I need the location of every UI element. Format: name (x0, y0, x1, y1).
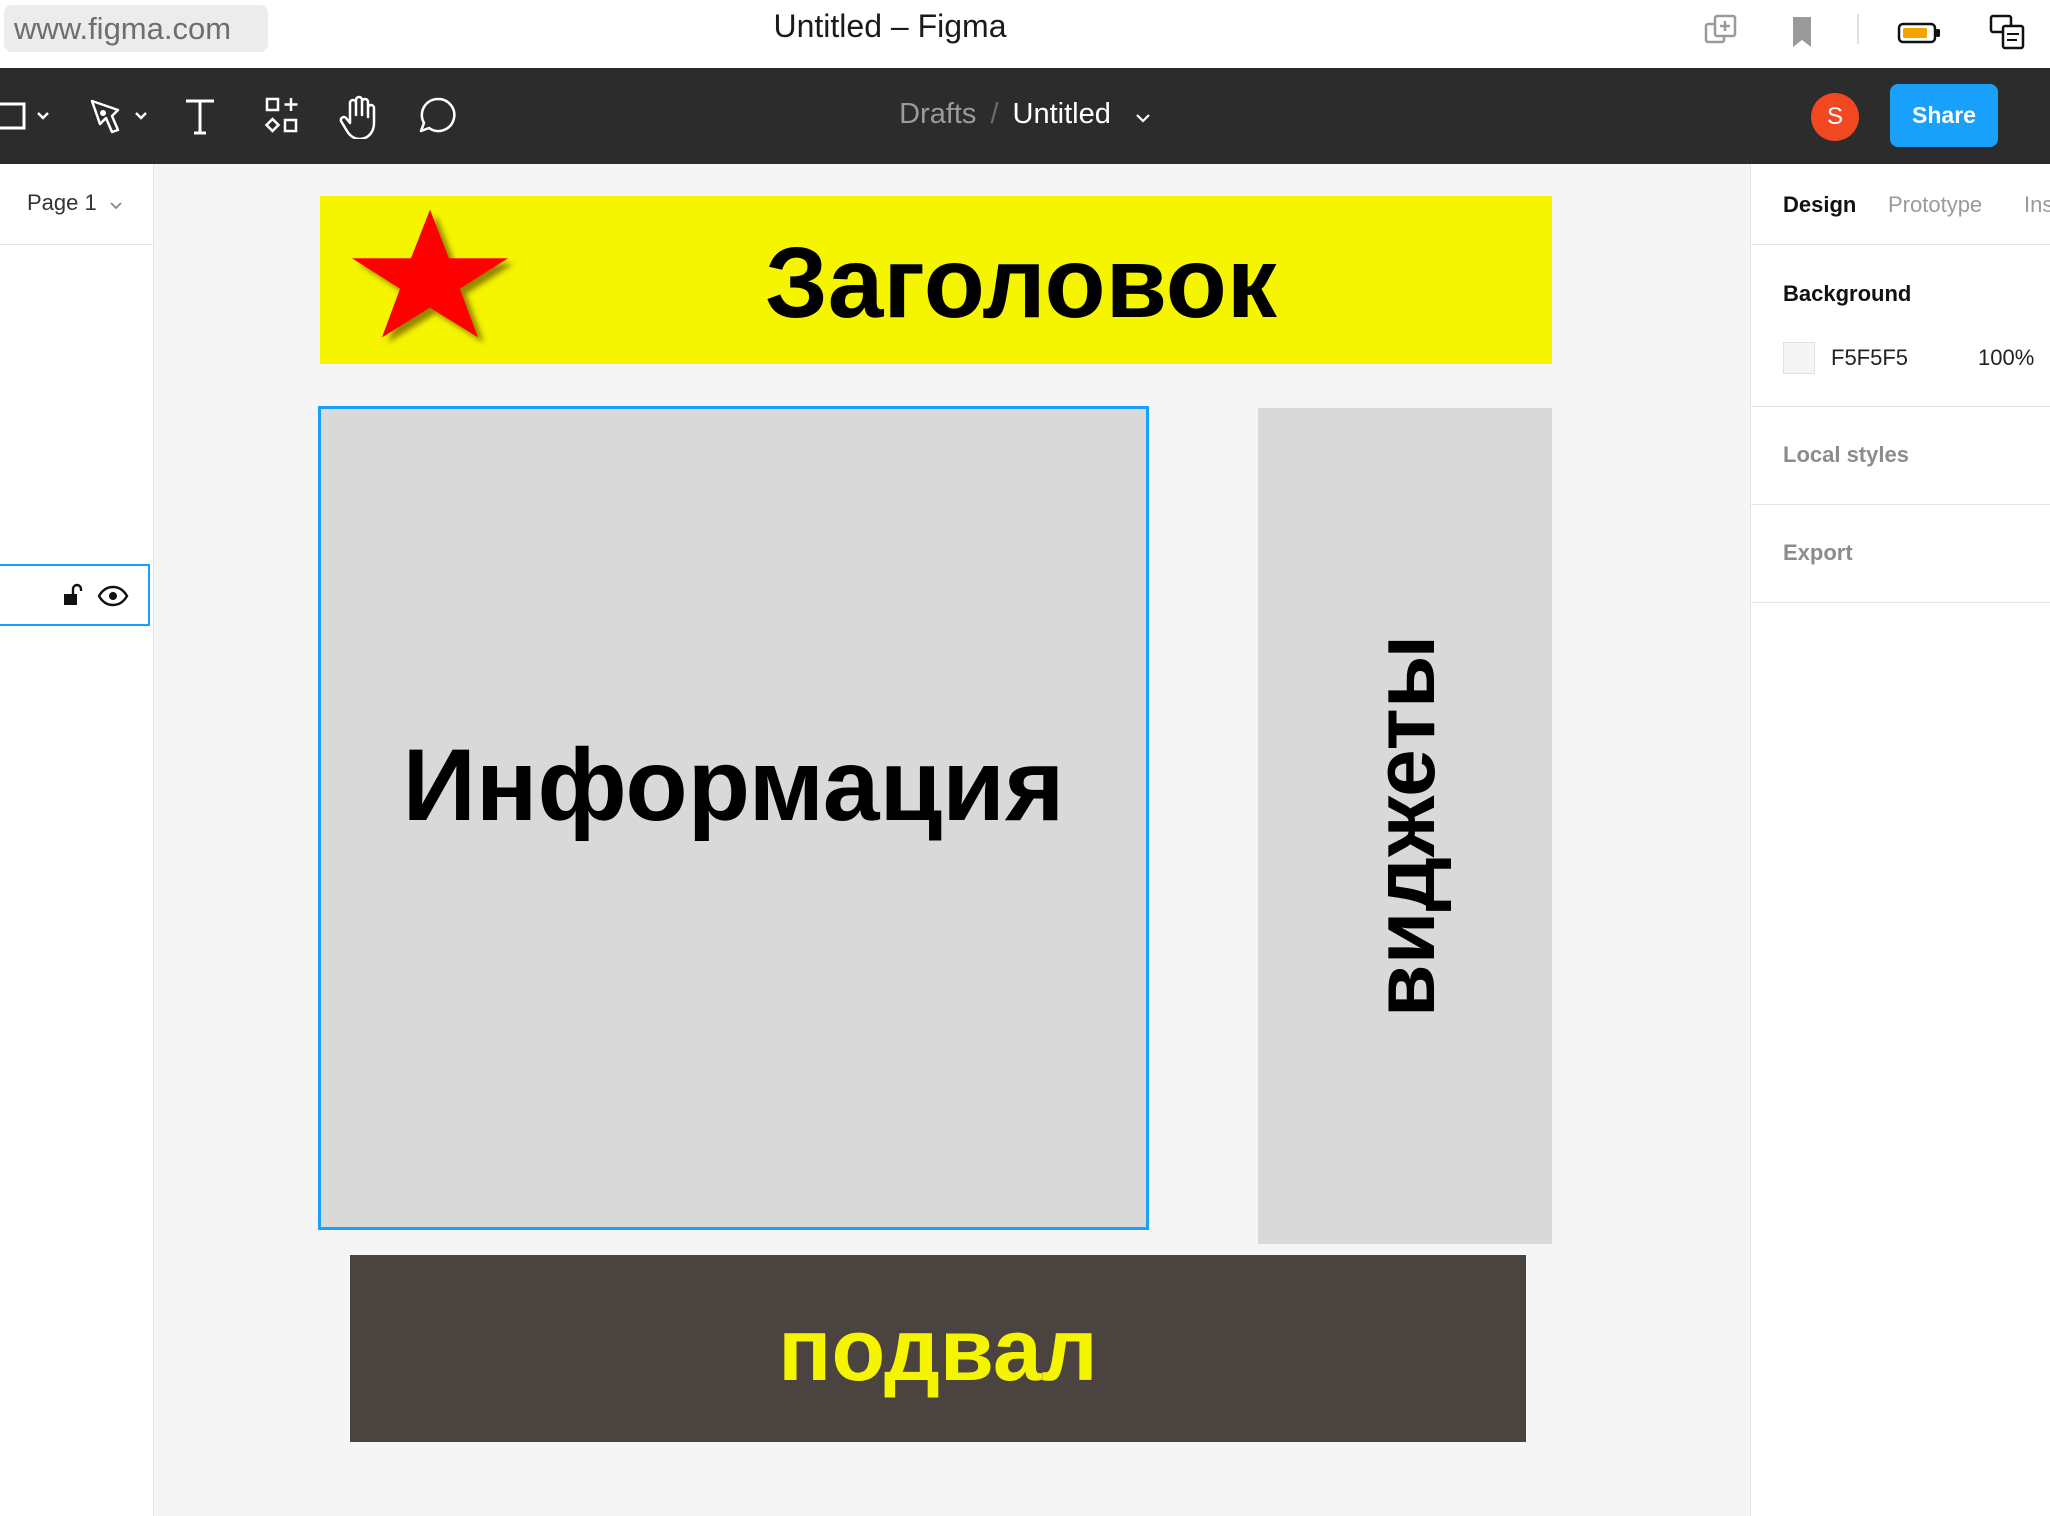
screen-mirror-icon[interactable] (1988, 12, 2028, 52)
tab-inspect[interactable]: Inspect (2024, 192, 2050, 218)
window-title: Untitled – Figma (773, 8, 1007, 44)
layers-panel (0, 164, 154, 1516)
info-title: Информация (402, 728, 1065, 842)
page-selector-label: Page 1 (27, 190, 97, 215)
page-selector[interactable]: Page 1 (27, 190, 123, 217)
tab-design[interactable]: Design (1783, 192, 1856, 218)
toolbar-divider (1857, 14, 1859, 44)
battery-icon (1896, 12, 1944, 52)
avatar[interactable]: S (1811, 93, 1859, 141)
widgets-title: виджеты (1357, 634, 1453, 1018)
local-styles-section[interactable]: Local styles (1783, 442, 1909, 468)
tab-prototype[interactable]: Prototype (1888, 192, 1982, 218)
background-color-swatch[interactable] (1783, 342, 1815, 374)
new-tab-icon[interactable] (1702, 12, 1742, 52)
bookmark-icon[interactable] (1782, 12, 1822, 52)
eye-icon[interactable] (96, 582, 130, 610)
panel-divider (0, 244, 153, 245)
background-hex-input[interactable]: F5F5F5 (1831, 345, 1908, 371)
breadcrumb-separator: / (990, 98, 999, 130)
background-section-title: Background (1783, 281, 1912, 306)
file-name[interactable]: Untitled (1013, 98, 1111, 130)
header-title: Заголовок (765, 227, 1277, 339)
panel-divider (1751, 504, 2050, 505)
panel-divider (1751, 602, 2050, 603)
panel-divider (1751, 244, 2050, 245)
chevron-down-icon (109, 191, 123, 217)
breadcrumb: Drafts / Untitled (0, 98, 2050, 134)
unlock-icon[interactable] (60, 582, 86, 610)
chevron-down-icon[interactable] (1135, 99, 1151, 132)
panel-divider (1751, 406, 2050, 407)
export-section[interactable]: Export (1783, 540, 1853, 566)
background-opacity-input[interactable]: 100% (1978, 345, 2034, 371)
share-button[interactable]: Share (1890, 84, 1998, 147)
footer-title: подвал (778, 1300, 1098, 1399)
breadcrumb-drafts[interactable]: Drafts (899, 98, 976, 130)
